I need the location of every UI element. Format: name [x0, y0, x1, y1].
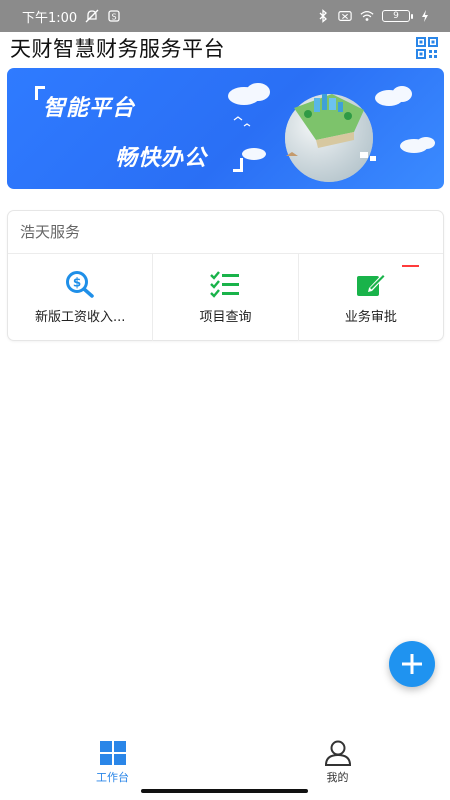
no-sim-icon: [338, 11, 352, 21]
qr-scan-icon[interactable]: [416, 37, 438, 59]
battery-indicator: 9: [382, 10, 413, 22]
svg-text:S: S: [112, 13, 117, 22]
banner-line-2: 畅快办公: [115, 146, 208, 171]
nav-label-mine: 我的: [326, 771, 349, 784]
service-salary-income[interactable]: $ 新版工资收入...: [8, 254, 154, 341]
user-icon: [324, 740, 351, 766]
sim-s-icon: S: [108, 10, 120, 22]
plus-icon: [402, 654, 422, 674]
service-label: 新版工资收入...: [34, 310, 126, 325]
nav-label-workbench: 工作台: [96, 771, 129, 784]
edit-approve-icon: [356, 273, 386, 296]
status-right: 9: [316, 9, 432, 23]
status-bar: 下午1:00 S 9: [0, 0, 450, 32]
service-business-approval[interactable]: 业务审批: [299, 254, 443, 341]
battery-level: 9: [393, 10, 399, 21]
status-left: 下午1:00 S: [22, 7, 121, 26]
bluetooth-icon: [319, 9, 327, 23]
promo-banner[interactable]: 智能平台 畅快办公: [7, 68, 444, 189]
grid-icon: [99, 741, 126, 765]
services-grid: $ 新版工资收入... 项目查询 业务审批: [8, 254, 443, 341]
banner-line-1: 智能平台: [43, 96, 136, 121]
service-label: 项目查询: [199, 310, 252, 325]
status-time: 下午1:00: [22, 10, 78, 26]
notification-badge: [401, 265, 419, 267]
services-title: 浩天服务: [8, 211, 443, 254]
charging-bolt-icon: [422, 10, 428, 22]
svg-text:$: $: [73, 276, 81, 290]
money-search-icon: $: [66, 271, 94, 298]
services-card: 浩天服务 $ 新版工资收入... 项目查询 业务审批: [7, 210, 444, 341]
service-label: 业务审批: [344, 310, 397, 325]
wifi-icon: [360, 11, 374, 21]
service-project-query[interactable]: 项目查询: [153, 254, 299, 341]
app-header: 天财智慧财务服务平台: [0, 32, 450, 64]
muted-bell-icon: [85, 9, 99, 23]
add-fab-button[interactable]: [389, 641, 435, 687]
page-title: 天财智慧财务服务平台: [10, 37, 225, 61]
home-indicator[interactable]: [141, 789, 308, 793]
globe-illustration: [228, 83, 435, 182]
checklist-icon: [210, 271, 240, 298]
